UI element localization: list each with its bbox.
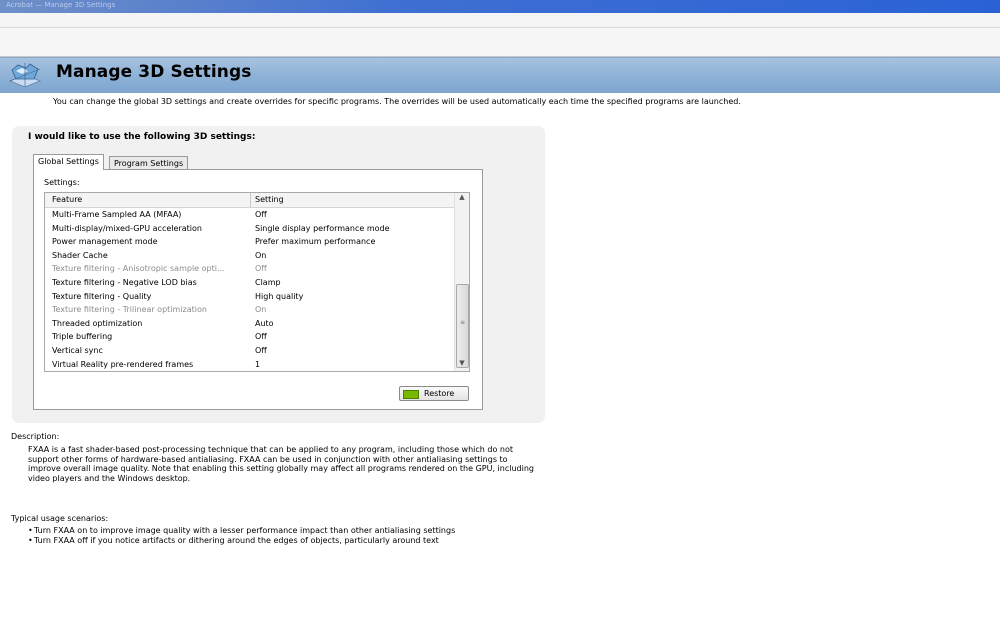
setting-row[interactable]: Shader Cache On <box>45 249 454 263</box>
setting-value-cell[interactable]: Clamp <box>255 276 281 290</box>
vertical-scrollbar[interactable]: ▲ ≡ ▼ <box>454 193 469 371</box>
tab-global-settings[interactable]: Global Settings <box>33 154 104 170</box>
usage-list: Turn FXAA on to improve image quality wi… <box>28 526 455 546</box>
panel-heading: I would like to use the following 3D set… <box>28 132 256 142</box>
setting-row[interactable]: Triple buffering Off <box>45 330 454 344</box>
setting-value-cell[interactable]: Off <box>255 344 267 358</box>
scroll-down-arrow-icon[interactable]: ▼ <box>455 359 469 371</box>
settings-list[interactable]: Feature Setting Multi-Frame Sampled AA (… <box>44 192 470 372</box>
scroll-up-arrow-icon[interactable]: ▲ <box>455 193 469 205</box>
menu-bar <box>0 13 1000 28</box>
setting-value-cell[interactable]: On <box>255 303 266 317</box>
feature-cell: Virtual Reality pre-rendered frames <box>52 359 194 369</box>
feature-cell: Power management mode <box>52 237 158 247</box>
setting-row[interactable]: Virtual Reality pre-rendered frames 1 <box>45 358 454 371</box>
feature-cell: Shader Cache <box>52 250 108 260</box>
feature-cell: Texture filtering - Trilinear optimizati… <box>52 305 207 315</box>
column-header-setting[interactable]: Setting <box>255 195 284 204</box>
nvidia-3d-settings-icon <box>8 63 42 88</box>
feature-cell: Threaded optimization <box>52 318 143 328</box>
setting-value-cell[interactable]: 1 <box>255 358 260 371</box>
description-title: Description: <box>11 432 60 441</box>
list-header: Feature Setting <box>45 193 454 208</box>
setting-value-cell[interactable]: Single display performance mode <box>255 222 390 236</box>
feature-cell: Texture filtering - Quality <box>52 291 152 301</box>
scroll-thumb[interactable]: ≡ <box>456 284 469 368</box>
settings-label: Settings: <box>44 178 80 187</box>
nvidia-logo-icon <box>403 390 419 399</box>
restore-label: Restore <box>424 389 455 398</box>
setting-row[interactable]: Threaded optimization Auto <box>45 317 454 331</box>
feature-cell: Texture filtering - Anisotropic sample o… <box>52 264 225 274</box>
setting-value-cell[interactable]: Auto <box>255 317 274 331</box>
usage-title: Typical usage scenarios: <box>11 514 109 523</box>
column-divider[interactable] <box>250 193 251 207</box>
usage-item: Turn FXAA off if you notice artifacts or… <box>28 536 455 546</box>
global-settings-page: Settings: Feature Setting Multi-Frame Sa… <box>33 169 483 410</box>
column-header-feature[interactable]: Feature <box>52 195 82 204</box>
setting-value-cell[interactable]: Prefer maximum performance <box>255 235 375 249</box>
settings-rows: Multi-Frame Sampled AA (MFAA) Off Multi-di… <box>45 208 454 371</box>
window-title-text: Acrobat — Manage 3D Settings <box>6 1 116 9</box>
feature-cell: Texture filtering - Negative LOD bias <box>52 277 197 287</box>
feature-cell: Multi-display/mixed-GPU acceleration <box>52 223 202 233</box>
setting-row[interactable]: Texture filtering - Quality High quality <box>45 290 454 304</box>
feature-cell: Vertical sync <box>52 345 103 355</box>
setting-row[interactable]: Multi-display/mixed-GPU acceleration Sing… <box>45 222 454 236</box>
feature-cell: Triple buffering <box>52 332 113 342</box>
setting-value-cell[interactable]: Off <box>255 330 267 344</box>
feature-cell: Multi-Frame Sampled AA (MFAA) <box>52 210 182 219</box>
setting-row[interactable]: Texture filtering - Trilinear optimizati… <box>45 303 454 317</box>
setting-value-cell[interactable]: Off <box>255 208 267 222</box>
description-text: FXAA is a fast shader-based post-process… <box>28 445 534 483</box>
setting-row[interactable]: Vertical sync Off <box>45 344 454 358</box>
tab-program-settings[interactable]: Program Settings <box>109 156 189 170</box>
setting-row[interactable]: Texture filtering - Anisotropic sample o… <box>45 262 454 276</box>
page-title: Manage 3D Settings <box>56 62 252 82</box>
setting-row[interactable]: Multi-Frame Sampled AA (MFAA) Off <box>45 208 454 222</box>
setting-value-cell[interactable]: High quality <box>255 290 303 304</box>
usage-item: Turn FXAA on to improve image quality wi… <box>28 526 455 536</box>
page-header: Manage 3D Settings <box>0 57 1000 93</box>
toolbar <box>0 28 1000 57</box>
intro-text: You can change the global 3D settings an… <box>53 97 741 106</box>
settings-panel: I would like to use the following 3D set… <box>12 126 545 423</box>
setting-row[interactable]: Power management mode Prefer maximum perf… <box>45 235 454 249</box>
setting-value-cell[interactable]: Off <box>255 262 267 276</box>
restore-button[interactable]: Restore <box>399 386 469 401</box>
setting-row[interactable]: Texture filtering - Negative LOD bias Cla… <box>45 276 454 290</box>
grip-icon: ≡ <box>459 319 466 326</box>
setting-value-cell[interactable]: On <box>255 249 266 263</box>
window-title-bar: Acrobat — Manage 3D Settings <box>0 0 1000 13</box>
